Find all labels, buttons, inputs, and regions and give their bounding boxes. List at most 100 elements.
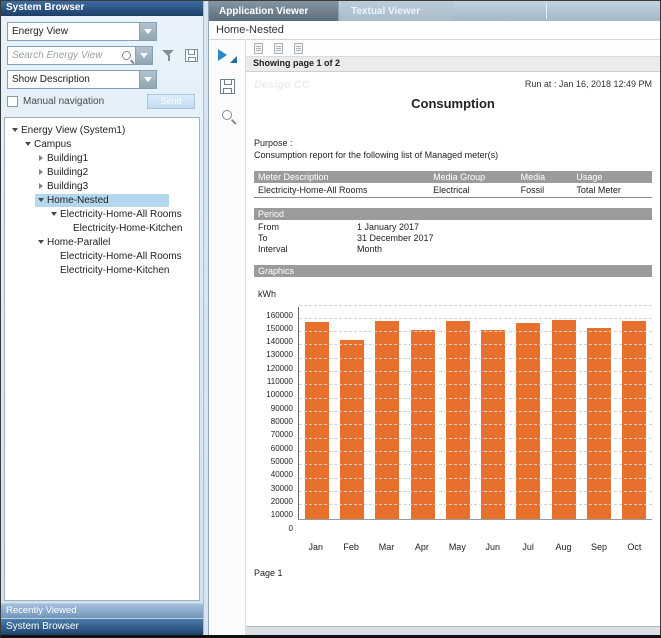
y-tick-label: 110000: [267, 377, 293, 386]
tree-item-label: Building1: [47, 153, 88, 164]
x-tick-label: Jul: [510, 542, 545, 552]
viewer-bottom-strip: [246, 626, 660, 635]
manual-navigation-label: Manual navigation: [23, 96, 147, 107]
x-tick-label: Jan: [298, 542, 333, 552]
display-mode-dropdown-button[interactable]: [139, 71, 156, 88]
run-report-icon[interactable]: [217, 48, 237, 63]
expanded-arrow-icon[interactable]: [35, 240, 47, 244]
tree-item[interactable]: Electricity-Home-Kitchen: [9, 221, 199, 235]
tree-item-label: Electricity-Home-All Rooms: [60, 251, 182, 262]
app-window: System Browser Energy View: [0, 0, 661, 638]
chart-y-axis: 0100002000030000400005000060000700008000…: [254, 307, 298, 539]
consumption-chart: 0100002000030000400005000060000700008000…: [254, 307, 652, 539]
tree-item-label: Electricity-Home-All Rooms: [60, 209, 182, 220]
search-icon[interactable]: [122, 51, 131, 60]
tree-item-label: Home-Nested: [47, 195, 109, 206]
export-icon[interactable]: [294, 43, 303, 54]
consumption-bar: [446, 321, 470, 519]
selected-object-label: Home-Nested: [209, 21, 660, 40]
tree-item[interactable]: Building1: [9, 151, 199, 165]
tree-item[interactable]: Campus: [9, 137, 199, 151]
manual-navigation-checkbox[interactable]: [7, 96, 18, 107]
filter-icon[interactable]: [162, 49, 175, 62]
consumption-bar: [375, 321, 399, 518]
graphics-section-header: Graphics: [254, 265, 652, 277]
meter-table-header: Usage: [572, 171, 652, 183]
consumption-bar: [587, 328, 611, 519]
search-box[interactable]: [7, 46, 153, 65]
y-tick-label: 20000: [271, 497, 293, 506]
collapsed-arrow-icon[interactable]: [35, 183, 47, 189]
view-mode-dropdown[interactable]: Energy View: [7, 22, 157, 41]
tree-item[interactable]: Building3: [9, 179, 199, 193]
x-tick-label: May: [440, 542, 475, 552]
tree-item[interactable]: Home-Nested: [9, 193, 199, 207]
y-tick-label: 50000: [271, 457, 293, 466]
y-tick-label: 60000: [271, 444, 293, 453]
meter-table: Meter DescriptionMedia GroupMediaUsageEl…: [254, 171, 652, 198]
purpose-label: Purpose :: [254, 137, 652, 149]
consumption-bar: [552, 320, 576, 518]
tree-item-label: Electricity-Home-Kitchen: [60, 265, 169, 276]
expanded-arrow-icon[interactable]: [48, 212, 60, 216]
period-rows: From1 January 2017To31 December 2017Inte…: [254, 222, 652, 255]
y-tick-label: 160000: [266, 311, 293, 320]
page-number-footer: Page 1: [254, 568, 652, 578]
tree-item-label: Building2: [47, 167, 88, 178]
expanded-arrow-icon[interactable]: [35, 198, 47, 202]
send-button[interactable]: Send: [147, 94, 195, 109]
x-tick-label: Feb: [333, 542, 368, 552]
tree-item[interactable]: Electricity-Home-All Rooms: [9, 207, 199, 221]
display-mode-value: Show Description: [8, 74, 139, 85]
report-title: Consumption: [254, 96, 652, 111]
system-browser-header: System Browser: [1, 1, 203, 16]
tab-divider: [546, 3, 547, 19]
x-tick-label: Oct: [617, 542, 652, 552]
expanded-arrow-icon[interactable]: [9, 128, 21, 132]
meter-table-header: Meter Description: [254, 171, 429, 183]
tree-item-label: Building3: [47, 181, 88, 192]
y-tick-label: 80000: [271, 417, 293, 426]
report-page-toolbar: [246, 40, 660, 57]
consumption-bar: [516, 323, 540, 519]
paging-status: Showing page 1 of 2: [246, 57, 660, 72]
search-input[interactable]: [8, 50, 122, 61]
x-tick-label: Aug: [546, 542, 581, 552]
tree-item[interactable]: Home-Parallel: [9, 235, 199, 249]
collapsed-arrow-icon[interactable]: [35, 169, 47, 175]
consumption-bar: [305, 322, 329, 518]
expanded-arrow-icon[interactable]: [22, 142, 34, 146]
x-tick-label: Jun: [475, 542, 510, 552]
y-tick-label: 100000: [266, 390, 293, 399]
tree-item[interactable]: Electricity-Home-All Rooms: [9, 249, 199, 263]
search-dropdown-button[interactable]: [135, 47, 152, 64]
display-mode-dropdown[interactable]: Show Description: [7, 70, 157, 89]
chevron-down-icon: [144, 29, 152, 34]
zoom-icon[interactable]: [222, 110, 232, 120]
y-tick-label: 150000: [266, 324, 293, 333]
system-browser-bar[interactable]: System Browser: [1, 618, 203, 635]
chart-unit-label: kWh: [258, 289, 652, 299]
y-tick-label: 30000: [271, 484, 293, 493]
tab-textual-viewer[interactable]: Textual Viewer: [341, 1, 453, 21]
tab-application-viewer[interactable]: Application Viewer: [209, 1, 339, 21]
y-tick-label: 130000: [266, 350, 293, 359]
print-icon[interactable]: [254, 43, 263, 54]
tree-item-label: Campus: [34, 139, 71, 150]
recently-viewed-bar[interactable]: Recently Viewed: [1, 603, 203, 618]
system-browser-panel: System Browser Energy View: [1, 1, 203, 635]
viewer-tab-bar: Application Viewer Textual Viewer: [209, 1, 660, 21]
chevron-down-icon: [144, 77, 152, 82]
save-icon[interactable]: [220, 79, 235, 94]
save-filter-icon[interactable]: [185, 49, 198, 62]
table-row: Electricity-Home-All RoomsElectricalFoss…: [254, 183, 652, 197]
view-mode-value: Energy View: [8, 26, 139, 37]
tree-item[interactable]: Electricity-Home-Kitchen: [9, 263, 199, 277]
y-tick-label: 90000: [271, 404, 293, 413]
collapsed-arrow-icon[interactable]: [35, 155, 47, 161]
meter-table-header: Media: [517, 171, 573, 183]
tree-item[interactable]: Building2: [9, 165, 199, 179]
view-mode-dropdown-button[interactable]: [139, 23, 156, 40]
page-setup-icon[interactable]: [274, 43, 283, 54]
tree-item[interactable]: Energy View (System1): [9, 123, 199, 137]
